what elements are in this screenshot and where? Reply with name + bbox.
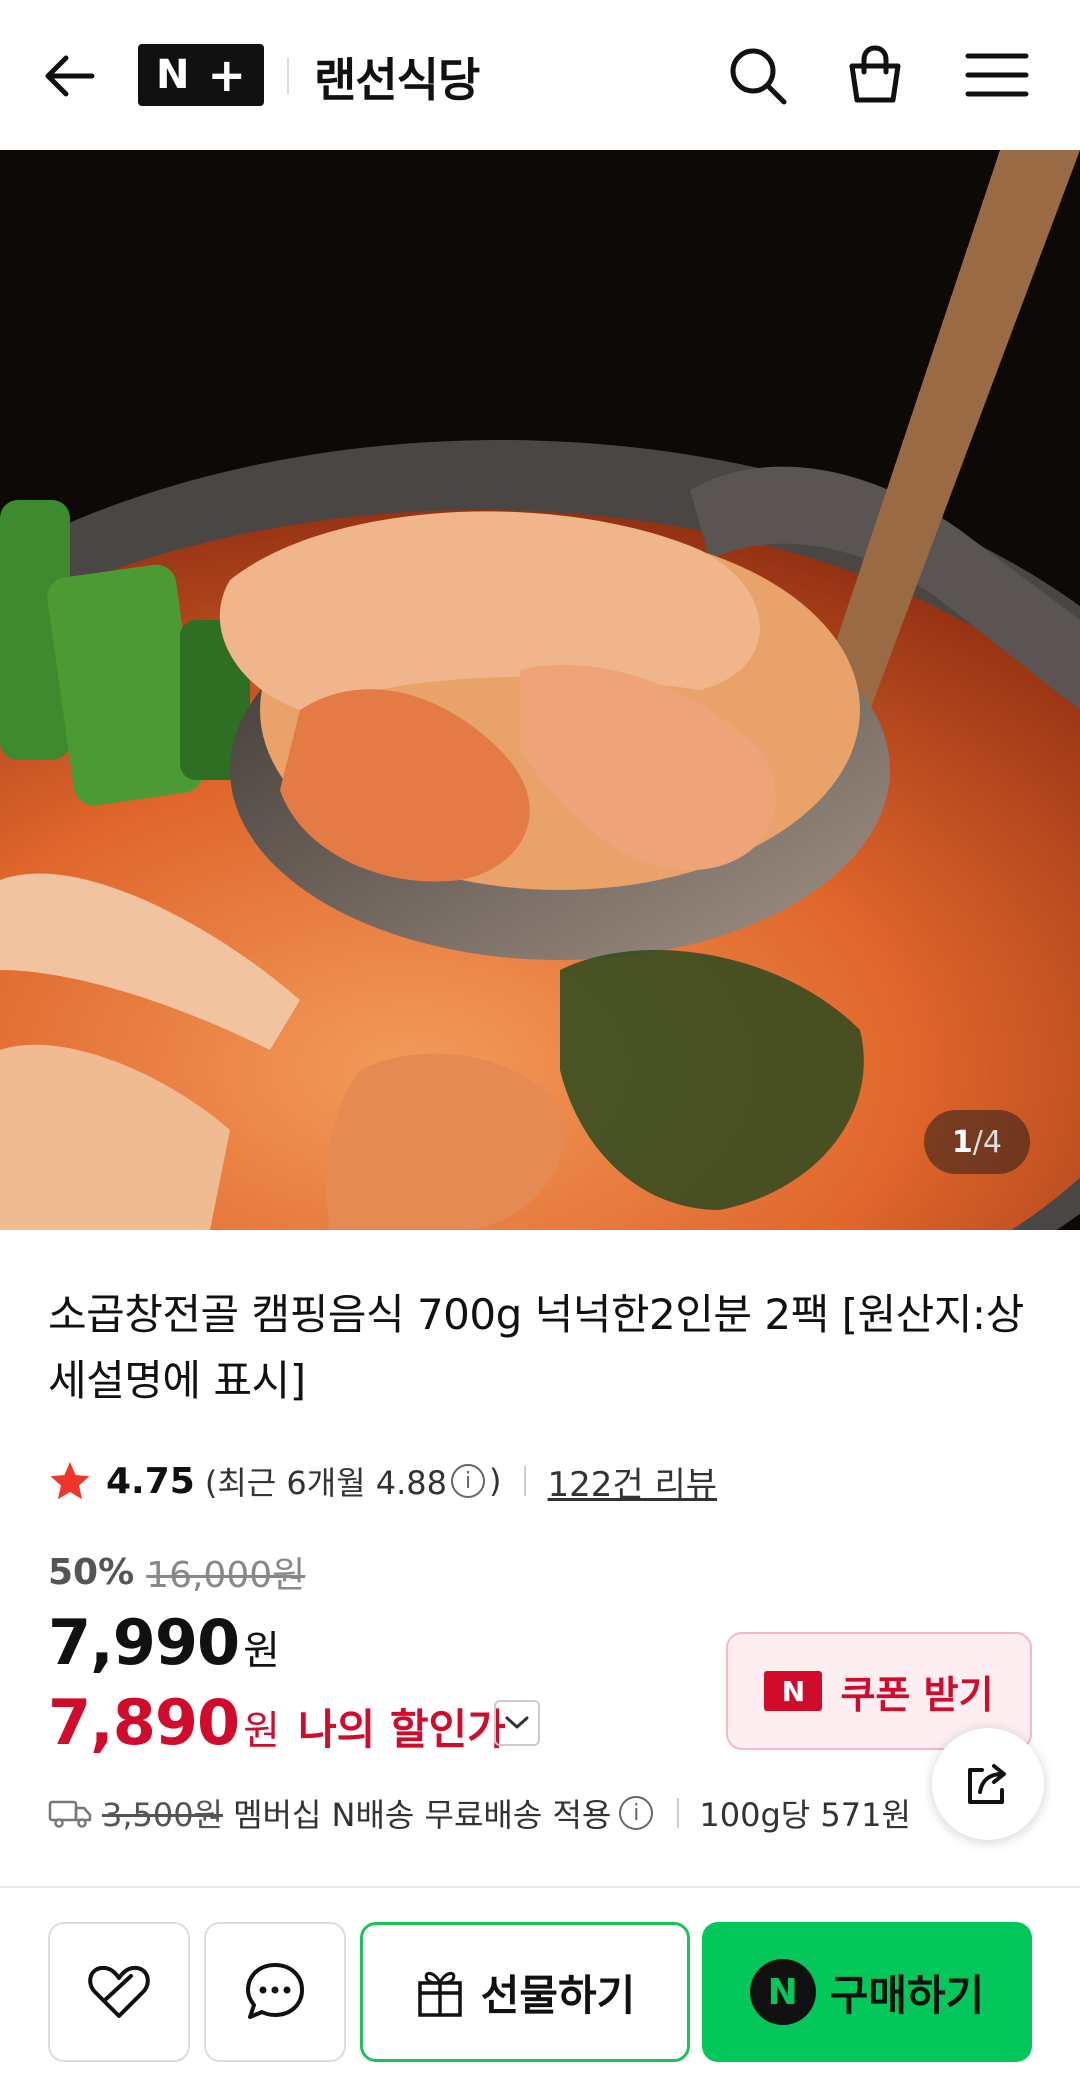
counter-total: 4	[982, 1124, 1002, 1160]
info-icon[interactable]: i	[451, 1464, 486, 1498]
chat-bubble-icon	[246, 1963, 304, 2019]
coupon-n-icon: N	[764, 1671, 823, 1711]
chevron-down-icon[interactable]	[494, 1700, 540, 1746]
top-header: N + 랜선식당	[0, 0, 1080, 150]
logo-plus: +	[207, 48, 247, 102]
product-title: 소곱창전골 캠핑음식 700g 넉넉한2인분 2팩 [원산지:상세설명에 표시]	[48, 1290, 1024, 1405]
image-counter: 1 / 4	[923, 1110, 1030, 1174]
share-icon	[968, 1764, 1006, 1804]
wishlist-button[interactable]	[48, 1922, 190, 2062]
logo-letter: N	[155, 52, 190, 98]
recent-rating: (최근 6개월 4.88 i )	[205, 1458, 502, 1504]
counter-separator: /	[972, 1124, 983, 1160]
recent-rating-text: (최근 6개월 4.88	[204, 1464, 448, 1502]
header-divider	[287, 58, 289, 94]
my-price-unit: 원	[243, 1708, 280, 1754]
shipping-divider	[677, 1798, 680, 1828]
product-photo	[0, 150, 1080, 1230]
counter-current: 1	[951, 1124, 973, 1160]
rating-score: 4.75	[106, 1460, 195, 1502]
buy-button[interactable]: N 구매하기	[702, 1922, 1032, 2062]
discount-row: 50% 16,000원	[48, 1546, 305, 1598]
search-icon[interactable]	[724, 42, 790, 108]
sale-price-unit: 원	[243, 1628, 280, 1674]
naver-pay-n-icon: N	[749, 1959, 816, 2025]
store-name[interactable]: 랜선식당	[314, 44, 480, 110]
discount-percent: 50%	[48, 1551, 135, 1593]
gift-label: 선물하기	[480, 1970, 636, 2020]
naver-plus-store-logo[interactable]: N +	[138, 44, 264, 106]
my-price-amount: 7,890	[48, 1686, 240, 1759]
gift-button[interactable]: 선물하기	[360, 1922, 690, 2062]
product-image-carousel[interactable]: 1 / 4	[0, 150, 1080, 1230]
rating-row: 4.75 (최근 6개월 4.88 i ) 122건 리뷰	[48, 1456, 717, 1506]
star-icon	[50, 1462, 90, 1500]
sale-price-amount: 7,990	[48, 1606, 240, 1679]
my-price-label: 나의 할인가	[297, 1705, 506, 1754]
shipping-info-icon[interactable]: i	[619, 1796, 654, 1830]
shipping-row: 3,500원 멤버십 N배송 무료배송 적용 i 100g당 571원	[48, 1788, 911, 1838]
truck-icon	[48, 1800, 92, 1828]
my-discount-price: 7,890 원 나의 할인가	[48, 1686, 506, 1759]
bottom-action-bar: 선물하기 N 구매하기	[0, 1886, 1080, 2094]
review-count-link[interactable]: 122건 리뷰	[548, 1457, 718, 1506]
coupon-label: 쿠폰 받기	[840, 1672, 994, 1717]
rating-divider	[523, 1466, 526, 1496]
recent-rating-close: )	[489, 1462, 502, 1500]
shopping-bag-icon[interactable]	[842, 42, 908, 108]
share-button[interactable]	[932, 1728, 1044, 1840]
heart-icon	[88, 1965, 150, 2018]
original-price: 16,000원	[146, 1555, 306, 1596]
menu-icon[interactable]	[964, 42, 1030, 108]
buy-label: 구매하기	[829, 1970, 985, 2020]
talk-talk-button[interactable]	[204, 1922, 346, 2062]
unit-price: 100g당 571원	[699, 1796, 911, 1834]
shipping-old-fee: 3,500원	[102, 1796, 224, 1834]
gift-icon	[417, 1972, 462, 2017]
sale-price: 7,990 원	[48, 1606, 280, 1679]
back-arrow-icon[interactable]	[40, 46, 100, 106]
shipping-text: 멤버십 N배송 무료배송 적용	[233, 1796, 612, 1834]
